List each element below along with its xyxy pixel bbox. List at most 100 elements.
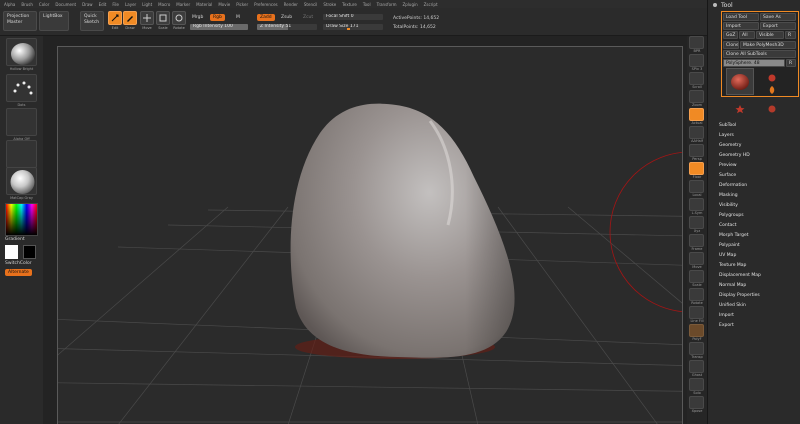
secondary-color-swatch[interactable]: [23, 245, 36, 259]
lightbox-button[interactable]: LightBox: [39, 11, 69, 31]
menu-macro[interactable]: Macro: [158, 2, 170, 7]
menu-tool[interactable]: Tool: [363, 2, 371, 7]
z-intensity-slider[interactable]: Z Intensity 51: [257, 24, 317, 30]
m-button[interactable]: M: [236, 15, 240, 20]
material-thumbnail[interactable]: [6, 167, 37, 195]
menu-color[interactable]: Color: [39, 2, 49, 7]
menu-zplugin[interactable]: Zplugin: [403, 2, 418, 7]
tool-menu-geometry[interactable]: Geometry: [719, 141, 761, 151]
shelf-button-line-fill[interactable]: [689, 306, 704, 319]
menu-alpha[interactable]: Alpha: [4, 2, 15, 7]
move-button[interactable]: [140, 11, 154, 25]
shelf-button-polyf[interactable]: [689, 324, 704, 337]
shelf-button-actual[interactable]: [689, 108, 704, 121]
mrgb-button[interactable]: Mrgb: [192, 15, 203, 20]
shelf-button-local[interactable]: [689, 180, 704, 193]
menu-light[interactable]: Light: [142, 2, 152, 7]
shelf-button-scroll[interactable]: [689, 72, 704, 85]
tool-menu-import[interactable]: Import: [719, 311, 761, 321]
zadd-button[interactable]: Zadd: [257, 14, 275, 21]
shelf-button-rotate[interactable]: [689, 288, 704, 301]
shelf-button-solo[interactable]: [689, 378, 704, 391]
menu-stroke[interactable]: Stroke: [323, 2, 336, 7]
tool-menu-export[interactable]: Export: [719, 321, 761, 331]
shelf-button-xpose[interactable]: [689, 396, 704, 409]
shelf-button-move[interactable]: [689, 252, 704, 265]
tool-menu-normal-map[interactable]: Normal Map: [719, 281, 761, 291]
texture-thumbnail[interactable]: [6, 140, 37, 168]
draw-button[interactable]: [123, 11, 137, 25]
tool-menu-subtool[interactable]: SubTool: [719, 121, 761, 131]
menu-draw[interactable]: Draw: [82, 2, 92, 7]
tool-menu-display-properties[interactable]: Display Properties: [719, 291, 761, 301]
visible-button[interactable]: Visible: [756, 31, 784, 39]
tool-menu-texture-map[interactable]: Texture Map: [719, 261, 761, 271]
alternate-button[interactable]: Alternate: [5, 269, 32, 276]
tool-menu-geometry-hd[interactable]: Geometry HD: [719, 151, 761, 161]
rgb-button[interactable]: Rgb: [210, 14, 225, 21]
menu-texture[interactable]: Texture: [342, 2, 357, 7]
export-button[interactable]: Export: [760, 22, 796, 30]
zcut-button[interactable]: Zcut: [303, 15, 313, 20]
brush-thumbnail[interactable]: [6, 38, 37, 66]
polysphere-thumb-2[interactable]: [766, 99, 778, 113]
menu-preferences[interactable]: Preferences: [254, 2, 278, 7]
tool-menu-visibility[interactable]: Visibility: [719, 201, 761, 211]
shelf-button-spix-3[interactable]: [689, 54, 704, 67]
tool-menu-polypaint[interactable]: Polypaint: [719, 241, 761, 251]
goz-button[interactable]: GoZ: [723, 31, 738, 39]
shelf-button-bpr[interactable]: [689, 36, 704, 49]
menu-material[interactable]: Material: [196, 2, 212, 7]
focal-shift-slider[interactable]: Focal Shift 0: [323, 14, 383, 20]
shelf-button-aahalf[interactable]: [689, 126, 704, 139]
clone-button[interactable]: Clone: [723, 41, 739, 49]
alpha-thumbnail[interactable]: [6, 108, 37, 136]
menu-transform[interactable]: Transform: [377, 2, 397, 7]
tool-panel-header[interactable]: Tool: [708, 0, 800, 10]
shelf-button-transp[interactable]: [689, 342, 704, 355]
menu-marker[interactable]: Marker: [176, 2, 190, 7]
load-tool-button[interactable]: Load Tool: [723, 13, 759, 21]
tool-menu-surface[interactable]: Surface: [719, 171, 761, 181]
shelf-button-persp[interactable]: [689, 144, 704, 157]
tool-menu-layers[interactable]: Layers: [719, 131, 761, 141]
main-color-swatch[interactable]: [5, 245, 18, 259]
switch-color-button[interactable]: SwitchColor: [5, 261, 32, 266]
menu-layer[interactable]: Layer: [125, 2, 136, 7]
menu-document[interactable]: Document: [55, 2, 76, 7]
edit-button[interactable]: [108, 11, 122, 25]
shelf-button-l-sym[interactable]: [689, 198, 704, 211]
tool-r-button[interactable]: R: [786, 59, 796, 67]
zsub-button[interactable]: Zsub: [281, 15, 292, 20]
projection-master-button[interactable]: Projection Master: [3, 11, 37, 31]
menu-zscript[interactable]: Zscript: [424, 2, 438, 7]
r-button[interactable]: R: [785, 31, 796, 39]
tool-menu-polygroups[interactable]: Polygroups: [719, 211, 761, 221]
simplebrush-thumb[interactable]: [766, 80, 778, 94]
tool-menu-contact[interactable]: Contact: [719, 221, 761, 231]
save-as-button[interactable]: Save As: [760, 13, 796, 21]
menu-stencil[interactable]: Stencil: [304, 2, 318, 7]
shelf-button-zoom[interactable]: [689, 90, 704, 103]
stroke-thumbnail[interactable]: [6, 74, 37, 102]
shelf-button-frame[interactable]: [689, 234, 704, 247]
tool-menu-preview[interactable]: Preview: [719, 161, 761, 171]
current-tool-slider[interactable]: PolySphere. 48: [723, 59, 785, 67]
tool-menu-masking[interactable]: Masking: [719, 191, 761, 201]
menu-edit[interactable]: Edit: [99, 2, 107, 7]
scale-button[interactable]: [156, 11, 170, 25]
rotate-button[interactable]: [172, 11, 186, 25]
tool-menu-morph-target[interactable]: Morph Target: [719, 231, 761, 241]
shelf-button-floor[interactable]: [689, 162, 704, 175]
quick-sketch-button[interactable]: Quick Sketch: [80, 11, 104, 31]
import-button[interactable]: Import: [723, 22, 759, 30]
make-polymesh-button[interactable]: Make PolyMesh3D: [740, 41, 796, 49]
tool-menu-unified-skin[interactable]: Unified Skin: [719, 301, 761, 311]
menu-render[interactable]: Render: [284, 2, 298, 7]
polymesh3d-thumb[interactable]: [734, 99, 746, 114]
tool-menu-deformation[interactable]: Deformation: [719, 181, 761, 191]
color-picker[interactable]: [5, 203, 38, 236]
document-canvas[interactable]: [57, 46, 683, 424]
shelf-button-ghost[interactable]: [689, 360, 704, 373]
tool-menu-uv-map[interactable]: UV Map: [719, 251, 761, 261]
